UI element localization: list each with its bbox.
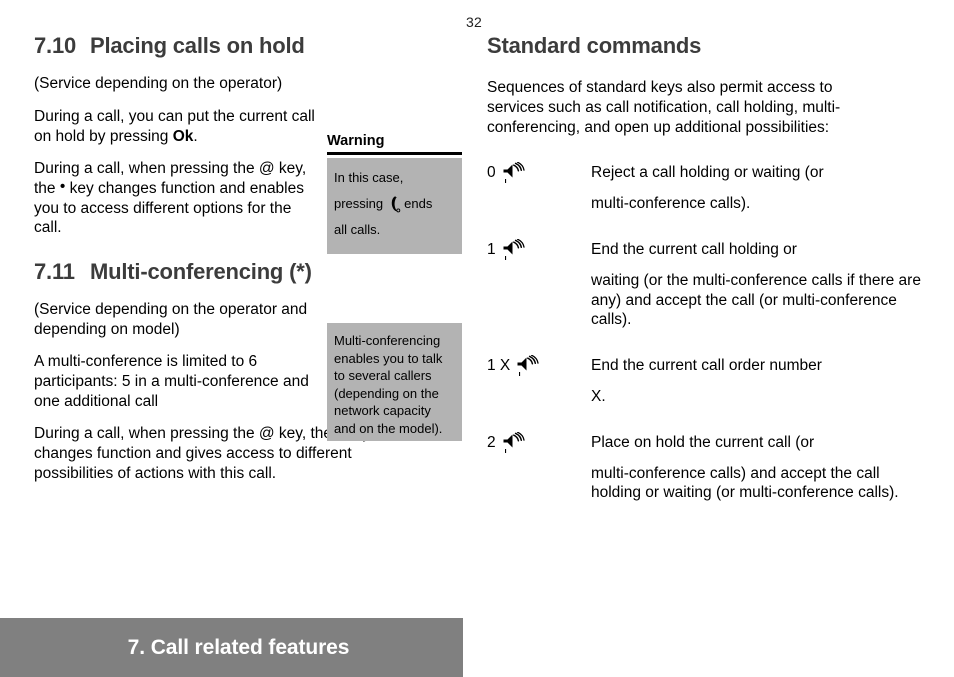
command-key: 1 X: [487, 355, 591, 379]
command-description-rest: X.: [591, 388, 606, 405]
callout-warning-line1: In this case,: [334, 170, 404, 185]
send-key-speaker-icon: [501, 238, 525, 261]
command-description: Place on hold the current call (or multi…: [591, 433, 927, 503]
standard-commands-heading: Standard commands: [487, 33, 702, 58]
command-key: 2: [487, 431, 591, 456]
command-key: 1: [487, 238, 591, 263]
command-description: End the current call holding or waiting …: [591, 240, 927, 330]
paragraph-711-atkey-part1: During a call, when pressing the @ key, …: [34, 425, 337, 443]
command-row: 1 X End the current call order number X.: [487, 355, 927, 407]
ok-key-suffix: .: [193, 127, 198, 145]
callout-warning: In this case, pressing ends all calls.: [327, 158, 462, 254]
command-description: End the current call order number X.: [591, 356, 927, 407]
command-description-rest: multi-conference calls).: [591, 195, 751, 213]
paragraph-710-hold: During a call, you can put the current c…: [34, 107, 322, 146]
page-number: 32: [466, 14, 482, 30]
ok-key-label: Ok: [172, 127, 194, 145]
command-key-label: 2: [487, 433, 496, 451]
section-title-710: Placing calls on hold: [90, 33, 305, 58]
command-row: 1 End the current call holding or waitin…: [487, 238, 927, 330]
command-row: 2 Place on hold the current call (or mul…: [487, 431, 927, 503]
commands-list: 0 Reject a call holding or waiting (or m…: [487, 162, 927, 503]
send-key-speaker-icon: [501, 162, 525, 184]
section-number-711: 7.11: [34, 258, 75, 284]
paragraph-711-limit: A multi-conference is limited to 6 parti…: [34, 353, 309, 410]
command-description-first-line: Reject a call holding or waiting (or: [591, 164, 824, 182]
paragraph-710-atkey-part2: key changes function and enables you to …: [34, 179, 304, 237]
command-key-label: 1: [487, 240, 496, 258]
command-description-rest: multi-conference calls) and accept the c…: [591, 464, 899, 502]
command-description-rest: waiting (or the multi-conference calls i…: [591, 271, 921, 329]
right-column: Standard commands Sequences of standard …: [487, 33, 927, 529]
command-key-label: 0: [487, 164, 496, 182]
standard-commands-intro: Sequences of standard keys also permit a…: [487, 79, 841, 136]
paragraph-710-atkey: During a call, when pressing the @ key, …: [34, 159, 322, 238]
bullet-key-icon: •: [59, 177, 66, 195]
send-key-speaker-icon: [515, 355, 539, 377]
warning-label: Warning: [327, 133, 462, 155]
paragraph-711-service: (Service depending on the operator and d…: [34, 301, 308, 338]
phone-handset-icon: [385, 195, 401, 213]
section-title-711: Multi-conferencing (*): [90, 258, 312, 284]
command-description-first-line: Place on hold the current call (or: [591, 433, 815, 451]
callout-multi-conferencing: Multi-conferencing enables you to talk t…: [327, 323, 462, 441]
callout-warning-line2-before: pressing: [334, 196, 384, 211]
paragraph-710-service: (Service depending on the operator): [34, 75, 283, 93]
section-heading-711: 7.11 Multi-conferencing (*): [34, 258, 464, 284]
section-heading-710: 7.10 Placing calls on hold: [34, 33, 464, 58]
paragraph-711-atkey: During a call, when pressing the @ key, …: [34, 424, 372, 483]
command-row: 0 Reject a call holding or waiting (or m…: [487, 162, 927, 214]
command-key-label: 1 X: [487, 357, 511, 375]
footer-band: 7. Call related features: [0, 618, 463, 677]
footer-chapter-title: 7. Call related features: [127, 635, 350, 659]
command-key: 0: [487, 162, 591, 186]
callout-warning-line3: all calls.: [334, 222, 381, 237]
command-description-first-line: End the current call holding or: [591, 240, 797, 258]
callout-warning-line2: pressing ends: [334, 191, 455, 217]
send-key-speaker-icon: [501, 431, 525, 454]
section-number-710: 7.10: [34, 33, 77, 58]
callout-warning-line2-after: ends: [404, 196, 433, 211]
command-description: Reject a call holding or waiting (or mul…: [591, 163, 927, 214]
command-description-first-line: End the current call order number: [591, 357, 822, 375]
